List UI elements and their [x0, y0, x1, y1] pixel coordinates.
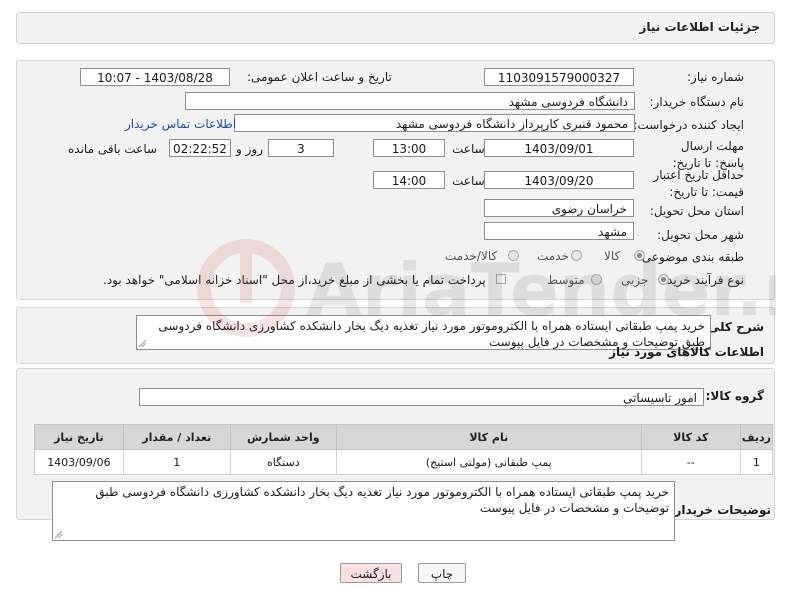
price-validity-date-field: 1403/09/20 [484, 171, 634, 189]
page-header: جزئیات اطلاعات نیاز [16, 12, 775, 44]
deadline-time-field: 13:00 [373, 139, 445, 157]
need-number-field: 1103091579000327 [484, 68, 634, 86]
cell-unit: دستگاه [229, 449, 337, 475]
back-button[interactable]: بازگشت [340, 563, 402, 583]
category-goods-radio[interactable] [634, 250, 645, 261]
subject-category-label: طبقه بندی موضوعی: [637, 250, 744, 264]
announce-datetime-field: 1403/08/28 - 10:07 [80, 68, 230, 86]
goods-group-label: گروه کالا: [705, 389, 764, 403]
days-remaining-field: 3 [268, 139, 334, 157]
buyer-notes-text: خرید پمپ طبقاتی ایستاده همراه با الکتروم… [95, 485, 669, 515]
purchase-process-label: نوع فرآیند خرید : [659, 273, 744, 287]
delivery-province-field: خراسان رضوی [484, 199, 634, 217]
deadline-time-label: ساعت [452, 142, 485, 156]
col-goods-name: نام کالا [335, 424, 642, 450]
col-goods-code: کد کالا [640, 424, 741, 450]
buyer-org-label: نام دستگاه خریدار: [649, 95, 745, 109]
delivery-province-label: استان محل تحویل: [649, 204, 744, 218]
delivery-city-field: مشهد [484, 222, 634, 240]
print-button[interactable]: چاپ [418, 563, 466, 583]
price-validity-time-field: 14:00 [373, 171, 445, 189]
category-goods-service-label: کالا/خدمت [445, 249, 498, 263]
price-validity-label: حداقل تاریخ اعتبار قیمت: تا تاریخ: [653, 168, 744, 199]
table-row: 1 -- پمپ طبقاتی (مولتی استیج) دستگاه 1 1… [34, 449, 774, 475]
deadline-date-field: 1403/09/01 [484, 139, 634, 157]
buyer-contact-link[interactable]: اطلاعات تماس خریدار [125, 117, 236, 131]
requester-label: ایجاد کننده درخواست: [633, 118, 744, 132]
time-remaining-label: ساعت باقی مانده [68, 142, 158, 156]
goods-table-header: ردیف کد کالا نام کالا واحد شمارش تعداد /… [34, 424, 774, 450]
treasury-payment-checkbox[interactable] [496, 274, 506, 284]
goods-group-field: امور تاسیساتی [139, 388, 704, 406]
buyer-notes-label: توضیحات خریدار: [669, 503, 771, 517]
col-row-number: ردیف [739, 424, 774, 450]
col-quantity: تعداد / مقدار [122, 424, 231, 450]
need-number-label: شماره نیاز: [687, 70, 744, 84]
process-minor-radio[interactable] [658, 274, 669, 285]
category-goods-service-radio[interactable] [508, 250, 519, 261]
cell-goods-code: -- [640, 449, 741, 475]
announce-datetime-label: تاریخ و ساعت اعلان عمومی: [247, 70, 392, 84]
page-title: جزئیات اطلاعات نیاز [639, 20, 760, 34]
cell-goods-name: پمپ طبقاتی (مولتی استیج) [335, 449, 642, 475]
col-unit: واحد شمارش [229, 424, 337, 450]
goods-table: ردیف کد کالا نام کالا واحد شمارش تعداد /… [34, 424, 774, 475]
buyer-notes-textarea[interactable]: خرید پمپ طبقاتی ایستاده همراه با الکتروم… [52, 481, 675, 541]
cell-quantity: 1 [122, 449, 231, 475]
requester-field: محمود قنبری کارپرداز دانشگاه فردوسی مشهد [234, 114, 635, 132]
delivery-city-label: شهر محل تحویل: [657, 228, 744, 242]
resize-grip-icon[interactable] [55, 531, 63, 539]
treasury-payment-note: پرداخت تمام یا بخشی از مبلغ خرید،از محل … [103, 273, 486, 287]
buyer-org-field: دانشگاه فردوسی مشهد [185, 92, 635, 110]
goods-info-title: اطلاعات کالاهای مورد نیاز [609, 345, 764, 359]
process-minor-label: جزیی [621, 273, 649, 287]
days-label: روز و [236, 142, 263, 156]
cell-row-number: 1 [739, 449, 774, 475]
process-medium-label: متوسط [547, 273, 585, 287]
category-service-label: خدمت [537, 249, 569, 263]
time-remaining-field: 02:22:52 [169, 139, 231, 157]
resize-grip-icon[interactable] [139, 340, 147, 348]
category-service-radio[interactable] [571, 250, 582, 261]
process-medium-radio[interactable] [591, 274, 602, 285]
cell-need-date: 1403/09/06 [34, 449, 124, 475]
col-need-date: تاریخ نیاز [34, 424, 124, 450]
price-validity-time-label: ساعت [452, 174, 485, 188]
category-goods-label: کالا [604, 249, 621, 263]
